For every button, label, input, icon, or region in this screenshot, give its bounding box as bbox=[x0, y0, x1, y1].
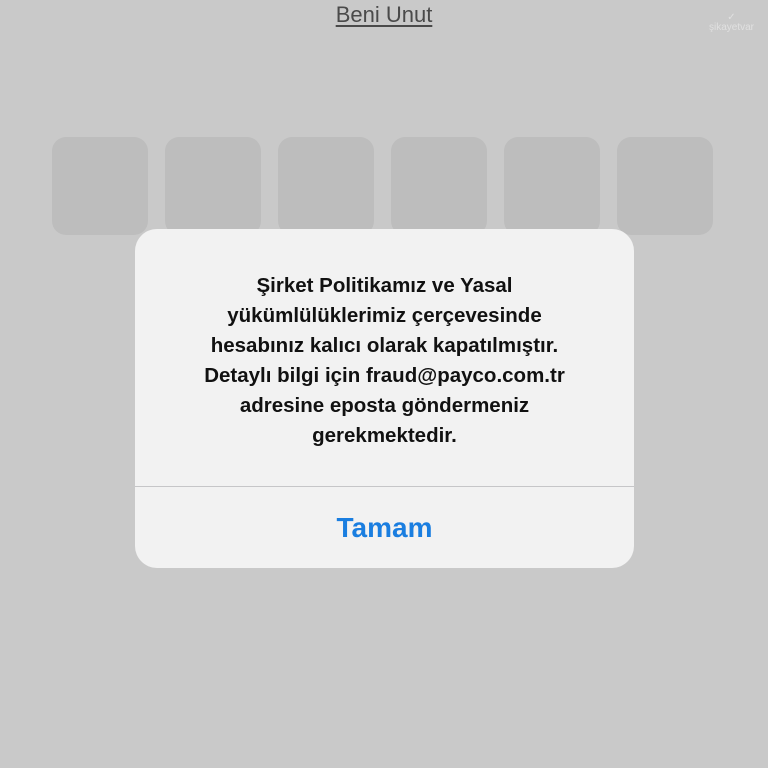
code-digit-box[interactable] bbox=[165, 137, 261, 235]
code-digit-box[interactable] bbox=[504, 137, 600, 235]
forget-me-link[interactable]: Beni Unut bbox=[0, 2, 768, 28]
code-digit-box[interactable] bbox=[278, 137, 374, 235]
code-digit-box[interactable] bbox=[391, 137, 487, 235]
alert-dialog: Şirket Politikamız ve Yasal yükümlülükle… bbox=[135, 229, 634, 568]
watermark-text: şikayetvar bbox=[708, 22, 754, 33]
screen: Beni Unut ✓ şikayetvar Şirket Politikamı… bbox=[0, 0, 768, 768]
watermark: ✓ şikayetvar bbox=[708, 12, 754, 34]
code-input-group bbox=[52, 137, 713, 235]
code-digit-box[interactable] bbox=[52, 137, 148, 235]
check-icon: ✓ bbox=[727, 12, 736, 23]
alert-message: Şirket Politikamız ve Yasal yükümlülükle… bbox=[204, 274, 565, 447]
code-digit-box[interactable] bbox=[617, 137, 713, 235]
ok-button[interactable]: Tamam bbox=[135, 487, 634, 568]
